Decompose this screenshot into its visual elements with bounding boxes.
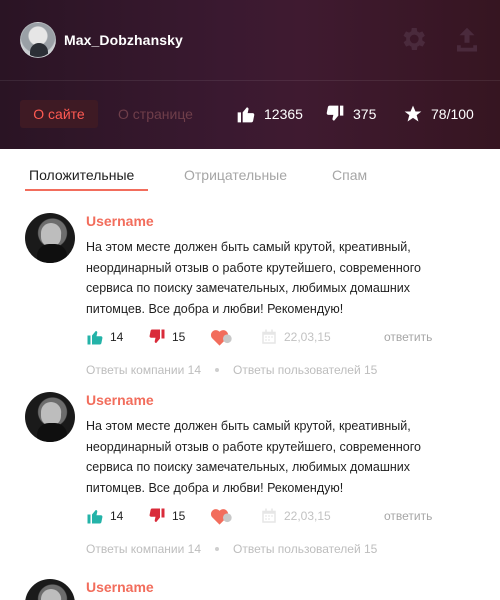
reviewer-name[interactable]: Username: [86, 213, 154, 229]
reviewer-avatar[interactable]: [25, 392, 75, 442]
like-button[interactable]: 14: [86, 506, 123, 526]
review-date: 22,03,15: [260, 327, 331, 347]
gear-icon[interactable]: [398, 24, 428, 54]
rating-value: 78/100: [431, 106, 474, 122]
star-icon: [404, 105, 422, 122]
user-replies-link[interactable]: Ответы пользователей 15: [233, 542, 377, 556]
favorite-button[interactable]: [210, 506, 242, 526]
likes-stat: 12365: [236, 102, 303, 126]
dislike-count: 15: [172, 330, 186, 344]
separator-dot: [215, 368, 219, 372]
dislikes-count: 375: [353, 106, 377, 122]
thumbs-up-icon: [87, 330, 103, 345]
review-actions: 14 15 22,03,15 ответить: [86, 327, 466, 347]
review-tabs: Положительные Отрицательные Спам: [0, 149, 500, 191]
dislike-count: 15: [172, 509, 186, 523]
company-replies-link[interactable]: Ответы компании 14: [86, 363, 201, 377]
review-item: Username: [0, 579, 500, 600]
tab-positive[interactable]: Положительные: [29, 167, 134, 183]
dislikes-stat: 375: [325, 102, 376, 126]
review-date: 22,03,15: [260, 506, 331, 526]
profile-username[interactable]: Max_Dobzhansky: [64, 32, 183, 48]
thumbs-down-icon: [326, 105, 344, 121]
reviewer-name[interactable]: Username: [86, 579, 154, 595]
date-value: 22,03,15: [284, 509, 331, 523]
tab-about-page[interactable]: О странице: [118, 100, 193, 128]
thumbs-down-icon: [149, 329, 165, 344]
dislike-button[interactable]: 15: [148, 327, 185, 347]
likes-count: 12365: [264, 106, 303, 122]
active-tab-indicator: [25, 189, 148, 191]
like-count: 14: [110, 330, 124, 344]
reviewer-name[interactable]: Username: [86, 392, 154, 408]
review-meta: Ответы компании 14 Ответы пользователей …: [86, 363, 377, 377]
reply-link[interactable]: ответить: [384, 506, 432, 526]
calendar-icon: [262, 508, 276, 523]
reply-link[interactable]: ответить: [384, 327, 432, 347]
calendar-icon: [262, 329, 276, 344]
reviewer-avatar[interactable]: [25, 579, 75, 600]
thumbs-up-icon: [237, 107, 255, 123]
thumbs-down-icon: [149, 508, 165, 523]
review-meta: Ответы компании 14 Ответы пользователей …: [86, 542, 377, 556]
tab-spam[interactable]: Спам: [332, 167, 367, 183]
heart-icon: [210, 509, 232, 525]
heart-icon: [210, 330, 232, 346]
review-actions: 14 15 22,03,15 ответить: [86, 506, 466, 526]
review-item: Username На этом месте должен быть самый…: [0, 392, 500, 562]
tab-about-site[interactable]: О сайте: [20, 100, 98, 128]
user-info[interactable]: Max_Dobzhansky: [20, 22, 183, 58]
header-divider: [0, 80, 500, 81]
like-count: 14: [110, 509, 124, 523]
review-text: На этом месте должен быть самый крутой, …: [86, 419, 421, 495]
review-text: На этом месте должен быть самый крутой, …: [86, 240, 421, 316]
profile-header: Max_Dobzhansky О сайте О странице 12365 …: [0, 0, 500, 149]
user-replies-link[interactable]: Ответы пользователей 15: [233, 363, 377, 377]
like-button[interactable]: 14: [86, 327, 123, 347]
dislike-button[interactable]: 15: [148, 506, 185, 526]
review-item: Username На этом месте должен быть самый…: [0, 213, 500, 383]
company-replies-link[interactable]: Ответы компании 14: [86, 542, 201, 556]
thumbs-up-icon: [87, 509, 103, 524]
reviewer-avatar[interactable]: [25, 213, 75, 263]
date-value: 22,03,15: [284, 330, 331, 344]
upload-icon[interactable]: [452, 24, 482, 54]
rating-stat: 78/100: [403, 102, 474, 126]
tab-negative[interactable]: Отрицательные: [184, 167, 287, 183]
favorite-button[interactable]: [210, 327, 242, 347]
separator-dot: [215, 547, 219, 551]
avatar[interactable]: [20, 22, 56, 58]
